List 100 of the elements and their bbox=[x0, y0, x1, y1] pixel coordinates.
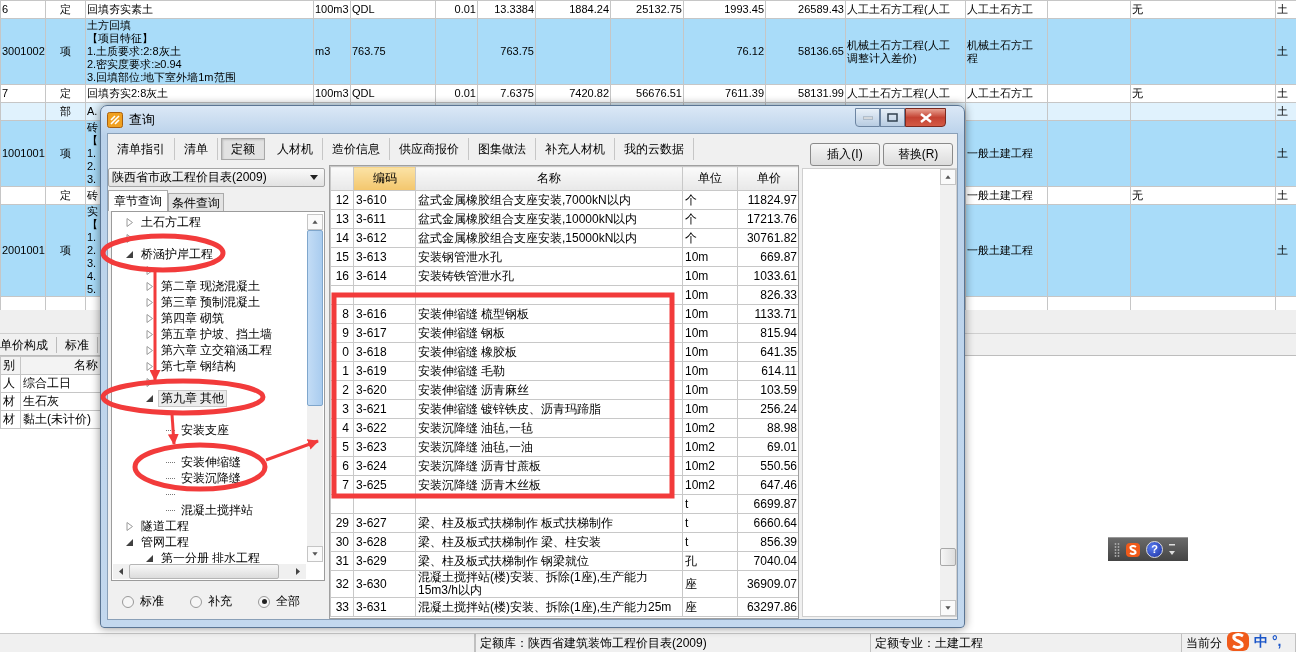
scroll-up-icon[interactable] bbox=[307, 214, 323, 230]
tree-item[interactable]: 混凝土搅拌站 bbox=[178, 501, 256, 519]
row-number: 7 bbox=[330, 475, 354, 495]
tree-item[interactable]: 第四章 砌筑 bbox=[158, 309, 228, 327]
collapsed-arrow-icon[interactable] bbox=[146, 345, 154, 355]
tree-item[interactable]: 第一分册 排水工程 bbox=[158, 549, 264, 563]
table-cell: 58136.65 bbox=[765, 18, 846, 85]
column-header[interactable]: 单价 bbox=[737, 166, 798, 191]
ime-mode-indicator[interactable]: °, bbox=[1272, 631, 1282, 651]
tree-item[interactable]: 管网工程 bbox=[138, 533, 192, 551]
table-cell: 2001001 bbox=[0, 204, 46, 297]
scroll-up-icon[interactable] bbox=[940, 169, 956, 185]
table-cell: 10m2 bbox=[682, 437, 738, 457]
library-dropdown[interactable]: 陕西省市政工程价目表(2009) bbox=[108, 168, 325, 187]
column-header[interactable]: 单位 bbox=[682, 166, 738, 191]
maximize-button[interactable] bbox=[880, 108, 905, 127]
grip-icon[interactable] bbox=[1114, 541, 1120, 558]
column-header: 名称 bbox=[20, 356, 101, 375]
table-cell: 回填夯实素土 bbox=[85, 0, 314, 19]
table-cell: 盆式金属橡胶组合支座安装,7000kN以内 bbox=[415, 190, 683, 210]
expanded-arrow-icon[interactable] bbox=[146, 553, 154, 563]
minimize-button[interactable] bbox=[855, 108, 880, 127]
table-cell: 回填夯实2:8灰土 bbox=[85, 84, 314, 103]
table-cell: 26589.43 bbox=[765, 0, 846, 19]
table-cell: 3-623 bbox=[353, 437, 416, 457]
expanded-arrow-icon[interactable] bbox=[146, 393, 154, 403]
tree-item[interactable]: 安装沉降缝 bbox=[178, 469, 244, 487]
table-cell: 10m bbox=[682, 361, 738, 381]
table-cell: 梁、柱及板式扶梯制作 钢梁就位 bbox=[415, 551, 683, 571]
table-cell: 材 bbox=[0, 410, 21, 429]
tree-item[interactable]: 隧道工程 bbox=[138, 517, 192, 535]
close-button[interactable] bbox=[905, 108, 946, 127]
scroll-down-icon[interactable] bbox=[307, 546, 323, 562]
tab[interactable]: 清单 bbox=[175, 138, 218, 160]
column-header[interactable]: 名称 bbox=[415, 166, 683, 191]
ime-logo-icon[interactable] bbox=[1125, 541, 1141, 558]
tree-item[interactable]: 第六章 立交箱涵工程 bbox=[158, 341, 276, 359]
tree-item[interactable]: 第二章 现浇混凝土 bbox=[158, 277, 264, 295]
table-cell: 56676.51 bbox=[610, 84, 684, 103]
table-cell: 10m bbox=[682, 304, 738, 324]
table-cell: m3 bbox=[313, 18, 351, 85]
action-button[interactable]: 插入(I) bbox=[810, 143, 880, 166]
scroll-thumb[interactable] bbox=[129, 564, 279, 579]
scroll-thumb[interactable] bbox=[307, 230, 323, 406]
radio-option[interactable]: 补充 bbox=[190, 593, 232, 610]
tab[interactable]: 条件查询 bbox=[168, 193, 224, 211]
help-icon[interactable]: ? bbox=[1146, 541, 1163, 558]
collapsed-arrow-icon[interactable] bbox=[146, 313, 154, 323]
tree-item[interactable]: 安装支座 bbox=[178, 421, 232, 439]
scroll-thumb[interactable] bbox=[940, 548, 956, 566]
ime-mode-indicator[interactable]: 中 bbox=[1254, 631, 1268, 651]
tree-item[interactable]: 土石方工程 bbox=[138, 214, 204, 231]
vertical-scrollbar[interactable] bbox=[940, 169, 956, 616]
table-cell: 1993.45 bbox=[683, 0, 766, 19]
tab[interactable]: 章节查询 bbox=[108, 190, 168, 211]
collapsed-arrow-icon[interactable] bbox=[146, 361, 154, 371]
tab[interactable]: 定额 bbox=[221, 138, 265, 160]
tab[interactable]: 供应商报价 bbox=[390, 138, 469, 160]
tree-item[interactable]: 第五章 护坡、挡土墙 bbox=[158, 325, 276, 343]
tab[interactable]: 人材机 bbox=[268, 138, 323, 160]
expanded-arrow-icon[interactable] bbox=[126, 537, 134, 547]
collapsed-arrow-icon[interactable] bbox=[146, 281, 154, 291]
table-cell: 3-617 bbox=[353, 323, 416, 343]
radio-option[interactable]: 标准 bbox=[122, 593, 164, 610]
table-cell: 安装伸缩缝 橡胶板 bbox=[415, 342, 683, 362]
collapsed-arrow-icon[interactable] bbox=[146, 297, 154, 307]
collapsed-arrow-icon[interactable] bbox=[126, 217, 134, 227]
table-cell: 人工土石方工 bbox=[965, 0, 1048, 19]
panel-tab[interactable]: 标准 bbox=[65, 336, 98, 353]
caret-icon[interactable] bbox=[1168, 542, 1176, 557]
tab[interactable]: 补充人材机 bbox=[536, 138, 615, 160]
horizontal-scrollbar[interactable] bbox=[113, 564, 306, 579]
table-cell: 10m bbox=[682, 285, 738, 305]
table-cell: 座 bbox=[682, 597, 738, 617]
table-cell: 3-612 bbox=[353, 228, 416, 248]
table-cell: 10m bbox=[682, 380, 738, 400]
radio-option[interactable]: 全部 bbox=[258, 593, 300, 610]
tab[interactable]: 我的云数据 bbox=[615, 138, 694, 160]
action-button[interactable]: 替换(R) bbox=[883, 143, 953, 166]
tab[interactable]: 造价信息 bbox=[323, 138, 390, 160]
tree-item[interactable]: 桥涵护岸工程 bbox=[138, 245, 216, 263]
table-cell: 安装沉降缝 油毡,一油 bbox=[415, 437, 683, 457]
column-header[interactable]: 编码 bbox=[353, 166, 416, 191]
table-cell: QDL bbox=[350, 84, 436, 103]
table-cell: 安装钢管泄水孔 bbox=[415, 247, 683, 267]
table-cell: 10m2 bbox=[682, 418, 738, 438]
expanded-arrow-icon[interactable] bbox=[126, 249, 134, 259]
collapsed-arrow-icon[interactable] bbox=[146, 329, 154, 339]
tab[interactable]: 清单指引 bbox=[108, 138, 175, 160]
tree-item[interactable]: 安装伸缩缝 bbox=[178, 453, 244, 471]
table-cell: 混凝土搅拌站(楼)安装、拆除(1座),生产能力15m3/h以内 bbox=[415, 570, 683, 598]
tree-item[interactable]: 第七章 钢结构 bbox=[158, 357, 240, 375]
panel-tab[interactable]: 单价构成 bbox=[0, 336, 57, 353]
collapsed-arrow-icon[interactable] bbox=[126, 521, 134, 531]
table-cell: 材 bbox=[0, 392, 21, 411]
vertical-scrollbar[interactable] bbox=[307, 214, 323, 562]
tab[interactable]: 图集做法 bbox=[469, 138, 536, 160]
tree-item[interactable]: 第九章 其他 bbox=[158, 389, 228, 407]
scroll-down-icon[interactable] bbox=[940, 600, 956, 616]
row-number: 6 bbox=[330, 456, 354, 476]
